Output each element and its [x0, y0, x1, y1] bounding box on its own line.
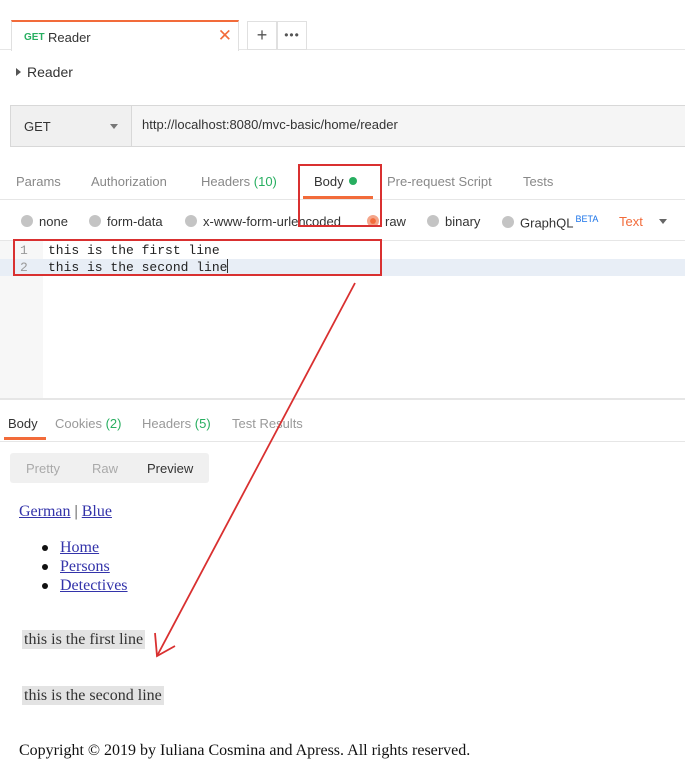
close-icon[interactable]: ✕	[218, 26, 232, 46]
request-name-breadcrumb[interactable]: Reader	[16, 64, 73, 80]
add-tab-button[interactable]: +	[247, 21, 277, 50]
method-value: GET	[24, 119, 51, 134]
request-tab-method: GET	[24, 32, 45, 43]
tab-authorization[interactable]: Authorization	[91, 174, 167, 189]
cookies-label: Cookies	[55, 416, 102, 431]
view-raw-button[interactable]: Raw	[92, 461, 118, 476]
radio-none[interactable]: none	[21, 214, 68, 229]
tab-headers[interactable]: Headers (10)	[201, 174, 277, 189]
radio-graphql-label: GraphQL	[520, 215, 574, 231]
preview-paragraph-1: this is the first line	[22, 630, 146, 649]
plus-icon: +	[256, 25, 268, 45]
more-tabs-button[interactable]: •••	[277, 21, 307, 50]
response-tab-headers[interactable]: Headers (5)	[142, 416, 211, 431]
response-tab-cookies[interactable]: Cookies (2)	[55, 416, 121, 431]
german-link[interactable]: German	[19, 503, 71, 520]
radio-none-label: none	[39, 214, 68, 229]
annotation-box-body-tab	[298, 164, 382, 227]
radio-raw-label: raw	[385, 214, 406, 229]
preview-language-theme: German | Blue	[19, 503, 112, 521]
tab-headers-label: Headers	[201, 174, 251, 189]
chevron-down-icon	[659, 219, 667, 224]
preview-nav-list: Home Persons Detectives	[40, 538, 128, 595]
detectives-link[interactable]: Detectives	[60, 577, 128, 594]
radio-binary[interactable]: binary	[427, 214, 480, 229]
pane-divider[interactable]	[0, 398, 685, 400]
blue-link[interactable]: Blue	[82, 503, 112, 520]
persons-link[interactable]: Persons	[60, 558, 110, 575]
response-tab-test-results[interactable]: Test Results	[232, 416, 303, 431]
response-tab-body[interactable]: Body	[8, 416, 38, 431]
tab-headers-count: (10)	[253, 174, 277, 189]
radio-form-data-label: form-data	[107, 214, 163, 229]
request-tab-title: Reader	[48, 30, 91, 45]
cookies-count: (2)	[105, 416, 122, 431]
view-mode-toggle: Pretty Raw Preview	[10, 453, 209, 483]
resp-headers-label: Headers	[142, 416, 192, 431]
resp-headers-count: (5)	[194, 416, 211, 431]
tab-params[interactable]: Params	[16, 174, 61, 189]
link-separator: |	[74, 503, 78, 520]
radio-circle-icon	[502, 216, 514, 229]
tab-tests[interactable]: Tests	[523, 174, 553, 189]
tab-pre-request-script[interactable]: Pre-request Script	[387, 174, 492, 189]
response-tabs: Body Cookies (2) Headers (5) Test Result…	[0, 402, 685, 442]
caret-right-icon	[16, 68, 21, 76]
radio-binary-label: binary	[445, 214, 481, 229]
request-name: Reader	[27, 64, 73, 80]
active-response-tab-indicator	[4, 437, 46, 440]
request-tab-reader[interactable]: GET Reader ✕	[11, 20, 239, 51]
annotation-box-editor	[13, 239, 382, 276]
request-tab-strip: GET Reader ✕ + •••	[0, 0, 685, 51]
ellipsis-icon: •••	[284, 28, 300, 42]
list-item: Persons	[40, 557, 128, 576]
radio-circle-icon	[21, 215, 33, 227]
list-item: Home	[40, 538, 128, 557]
radio-graphql[interactable]: GraphQL BETA	[502, 214, 598, 230]
url-input[interactable]	[142, 117, 642, 132]
beta-badge: BETA	[575, 214, 599, 224]
body-format-select[interactable]: Text	[619, 214, 643, 229]
chevron-down-icon	[110, 124, 118, 129]
radio-circle-icon	[185, 215, 197, 227]
view-pretty-button[interactable]: Pretty	[26, 461, 60, 476]
preview-paragraph-2: this is the second line	[22, 686, 164, 705]
method-select[interactable]: GET	[11, 106, 132, 146]
list-item: Detectives	[40, 576, 128, 595]
radio-form-data[interactable]: form-data	[89, 214, 163, 229]
arrow-head	[154, 632, 176, 658]
radio-circle-icon	[427, 215, 439, 227]
radio-circle-icon	[89, 215, 101, 227]
view-preview-button[interactable]: Preview	[147, 461, 193, 476]
home-link[interactable]: Home	[60, 539, 99, 556]
preview-copyright: Copyright © 2019 by Iuliana Cosmina and …	[19, 742, 471, 759]
